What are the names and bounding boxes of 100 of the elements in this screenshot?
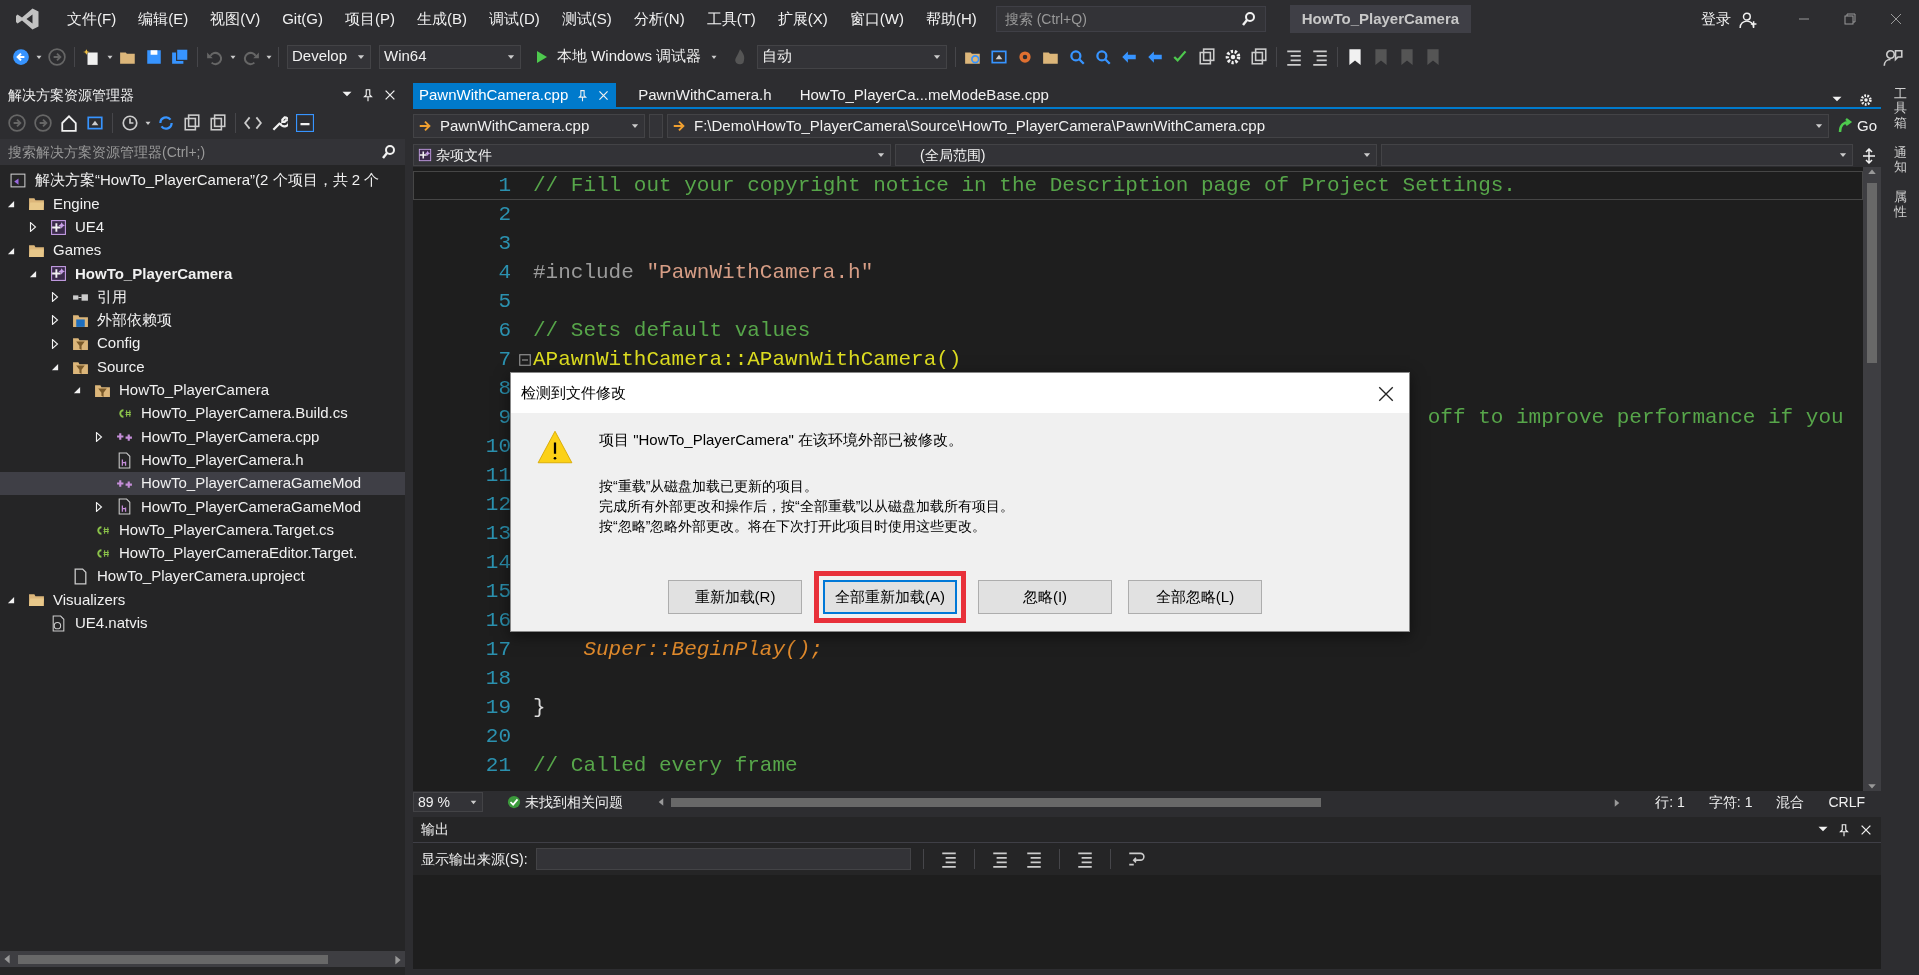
- split-icon[interactable]: [1861, 147, 1877, 164]
- collapsed-arrow-icon[interactable]: [28, 222, 38, 233]
- tree-item[interactable]: 解决方案“HowTo_PlayerCamera”(2 个项目，共 2 个: [0, 169, 405, 193]
- tree-item[interactable]: 引用: [0, 285, 405, 309]
- project-dropdown[interactable]: 杂项文件: [413, 144, 891, 166]
- expanded-arrow-icon[interactable]: [72, 385, 82, 396]
- tree-item[interactable]: HowTo_PlayerCamera.Target.cs: [0, 518, 405, 542]
- menu-item[interactable]: 视图(V): [199, 7, 272, 31]
- collapsed-arrow-icon[interactable]: [50, 338, 60, 349]
- dialog-button[interactable]: 忽略(I): [978, 580, 1112, 614]
- menu-item[interactable]: 生成(B): [406, 7, 478, 31]
- copy-icon[interactable]: [209, 114, 227, 132]
- wrench-icon[interactable]: [270, 114, 288, 132]
- indent-icon[interactable]: [1024, 850, 1043, 868]
- add-user-icon[interactable]: [1739, 10, 1757, 29]
- copy-icon[interactable]: [1198, 47, 1217, 66]
- menu-item[interactable]: 窗口(W): [838, 7, 915, 31]
- tree-item[interactable]: HowTo_PlayerCameraGameMod: [0, 471, 405, 496]
- scroll-thumb[interactable]: [671, 797, 1321, 807]
- dialog-button[interactable]: 全部忽略(L): [1128, 580, 1262, 614]
- configuration-dropdown[interactable]: Develop: [287, 44, 371, 69]
- collapsed-arrow-icon[interactable]: [94, 501, 104, 512]
- menu-item[interactable]: 项目(P): [334, 7, 406, 31]
- scroll-thumb[interactable]: [18, 954, 328, 964]
- start-debugger-button[interactable]: 本地 Windows 调试器: [525, 45, 728, 68]
- save-icon[interactable]: [145, 47, 163, 66]
- tree-item[interactable]: Engine: [0, 192, 405, 216]
- side-tab[interactable]: 通知: [1893, 145, 1907, 175]
- dialog-button[interactable]: 重新加载(R): [668, 580, 802, 614]
- menu-item[interactable]: 文件(F): [56, 7, 128, 31]
- line-ending[interactable]: CRLF: [1828, 791, 1865, 813]
- editor-tab[interactable]: HowTo_PlayerCa...meModeBase.cpp: [793, 83, 1055, 107]
- close-icon[interactable]: [1377, 384, 1395, 403]
- copy-icon[interactable]: [1250, 47, 1269, 66]
- tree-item[interactable]: UE4: [0, 215, 405, 239]
- side-tab[interactable]: 属性: [1893, 190, 1907, 220]
- expanded-arrow-icon[interactable]: [50, 362, 60, 372]
- menu-item[interactable]: 扩展(X): [766, 7, 839, 31]
- expanded-arrow-icon[interactable]: [6, 595, 16, 605]
- side-tab[interactable]: 工具箱: [1893, 87, 1907, 130]
- tree-item[interactable]: HowTo_PlayerCamera.uproject: [0, 565, 405, 589]
- magnifier-icon[interactable]: [1094, 47, 1113, 66]
- copy-icon[interactable]: [183, 114, 201, 132]
- indent-icon[interactable]: [990, 850, 1009, 868]
- fold-icon[interactable]: [519, 353, 531, 366]
- tree-item[interactable]: HowTo_PlayerCameraEditor.Target.: [0, 541, 405, 566]
- search-field[interactable]: 搜索解决方案资源管理器(Ctrl+;): [0, 139, 405, 165]
- collapse-icon[interactable]: [296, 114, 314, 132]
- editor-tab[interactable]: PawnWithCamera.h: [632, 83, 778, 107]
- tree-item[interactable]: HowTo_PlayerCamera: [0, 262, 405, 286]
- word-wrap-icon[interactable]: [1126, 850, 1145, 868]
- sync-icon[interactable]: [157, 114, 175, 132]
- scroll-up-icon[interactable]: [1867, 167, 1877, 177]
- menu-item[interactable]: 工具(T): [695, 7, 767, 31]
- code-icon[interactable]: [244, 114, 262, 132]
- collapsed-arrow-icon[interactable]: [50, 315, 60, 326]
- menu-item[interactable]: 编辑(E): [127, 7, 200, 31]
- tree-item[interactable]: Games: [0, 238, 405, 263]
- save-all-icon[interactable]: [171, 47, 189, 66]
- file-dropdown[interactable]: PawnWithCamera.cpp: [413, 114, 645, 138]
- path-dropdown[interactable]: F:\Demo\HowTo_PlayerCamera\Source\HowTo_PlayerCamera\PawnWithCamera.cpp: [667, 114, 1829, 138]
- go-button[interactable]: Go: [1833, 114, 1881, 138]
- tree-item[interactable]: Config: [0, 332, 405, 356]
- collapsed-arrow-icon[interactable]: [94, 431, 104, 442]
- menu-item[interactable]: 调试(D): [478, 7, 551, 31]
- pin-icon[interactable]: [1837, 822, 1851, 837]
- menu-item[interactable]: 测试(S): [550, 7, 623, 31]
- settings-icon[interactable]: [1859, 93, 1873, 107]
- clock-icon[interactable]: [121, 114, 139, 132]
- search-field[interactable]: 搜索 (Ctrl+Q): [995, 6, 1266, 32]
- zoom-dropdown[interactable]: 89 %: [413, 792, 483, 812]
- clear-icon[interactable]: [1075, 850, 1094, 868]
- scroll-thumb[interactable]: [1867, 183, 1877, 363]
- sign-in-link[interactable]: 登录: [1701, 7, 1731, 31]
- restore-icon[interactable]: [1842, 11, 1858, 27]
- new-item-icon[interactable]: [83, 47, 101, 66]
- tree-item[interactable]: 外部依赖项: [0, 308, 405, 333]
- indent-icon[interactable]: [939, 850, 958, 868]
- dialog-button[interactable]: 全部重新加载(A): [823, 580, 957, 614]
- pin-icon[interactable]: [361, 88, 375, 102]
- tree-item[interactable]: Visualizers: [0, 588, 405, 612]
- forward-icon[interactable]: [34, 114, 52, 132]
- menu-item[interactable]: 分析(N): [622, 7, 696, 31]
- tree-item[interactable]: HowTo_PlayerCamera.Build.cs: [0, 401, 405, 426]
- gear-icon[interactable]: [1224, 47, 1243, 66]
- menu-item[interactable]: 帮助(H): [914, 7, 988, 31]
- home-icon[interactable]: [60, 114, 78, 132]
- tree-item[interactable]: HowTo_PlayerCameraGameMod: [0, 495, 405, 519]
- close-icon[interactable]: [383, 88, 397, 102]
- collapsed-arrow-icon[interactable]: [50, 292, 60, 303]
- target-dropdown[interactable]: 自动: [757, 44, 948, 69]
- tree-item[interactable]: Source: [0, 355, 405, 379]
- issues-indicator[interactable]: 未找到相关问题: [507, 791, 623, 813]
- indent-mode[interactable]: 混合: [1776, 791, 1805, 813]
- window-icon[interactable]: [86, 114, 104, 132]
- tree-item[interactable]: UE4.natvis: [0, 611, 405, 635]
- magnifier-icon[interactable]: [1068, 47, 1087, 66]
- menu-item[interactable]: Git(G): [271, 7, 334, 31]
- platform-dropdown[interactable]: Win64: [379, 44, 521, 69]
- feedback-icon[interactable]: [1883, 47, 1903, 68]
